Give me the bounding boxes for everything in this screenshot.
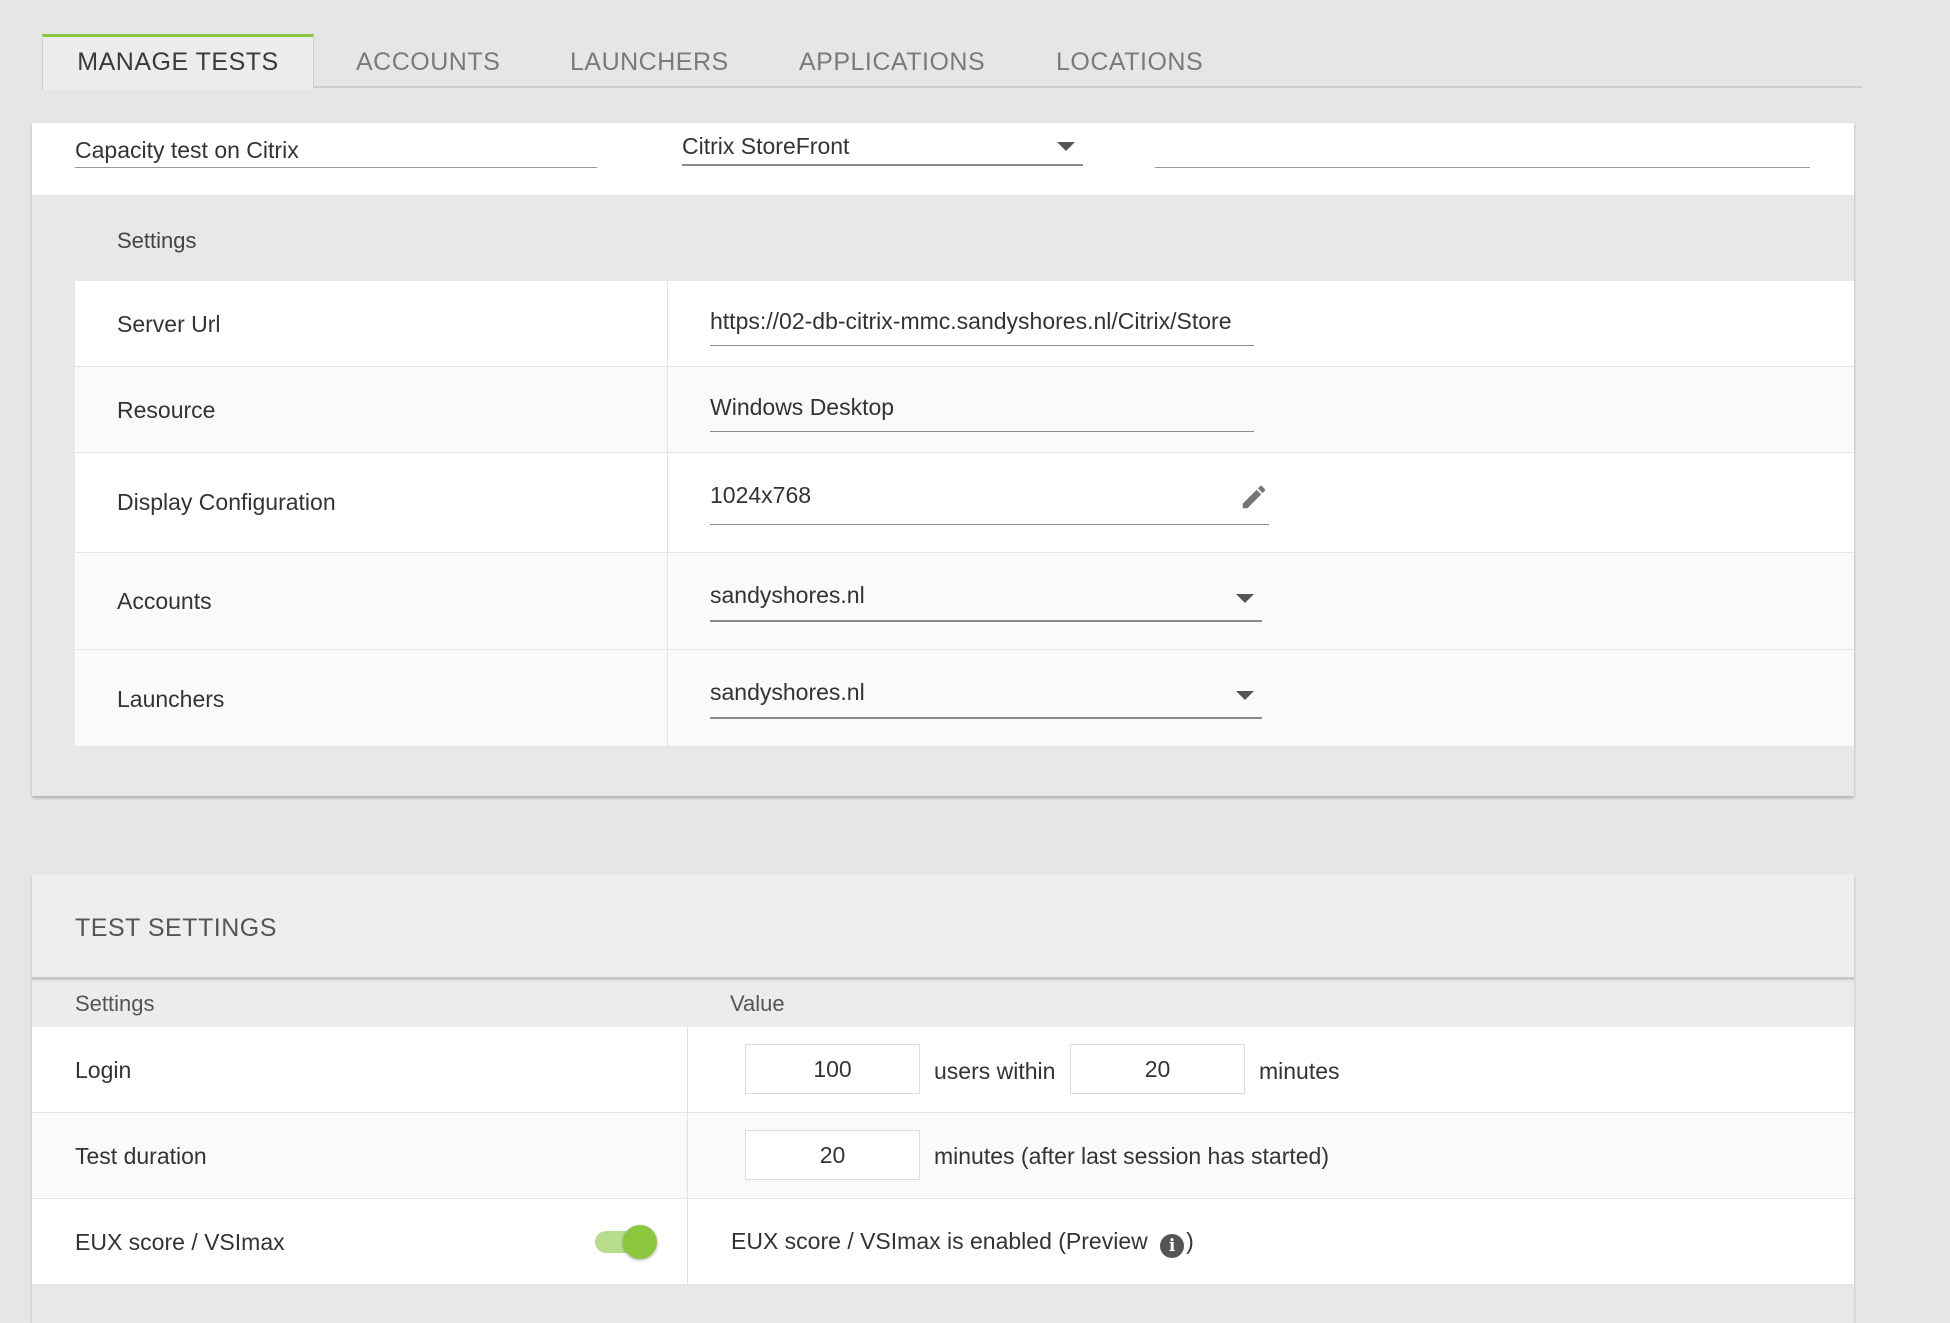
tab-manage-tests[interactable]: MANAGE TESTS	[42, 34, 314, 90]
settings-row-display-configuration: Display Configuration 1024x768	[75, 453, 1854, 553]
resource-label: Resource	[117, 397, 216, 423]
accounts-label: Accounts	[117, 588, 212, 614]
connection-card: Capacity test on Citrix Citrix StoreFron…	[32, 123, 1854, 796]
launchers-select[interactable]: sandyshores.nl	[710, 679, 1262, 719]
eux-label: EUX score / VSImax	[75, 1229, 285, 1255]
test-settings-row-eux: EUX score / VSImax EUX score / VSImax is…	[32, 1199, 1854, 1285]
row-divider	[687, 1199, 688, 1284]
test-settings-title: TEST SETTINGS	[75, 914, 277, 942]
test-settings-row-duration: Test duration 20 minutes (after last ses…	[32, 1113, 1854, 1199]
toggle-knob	[623, 1225, 657, 1259]
settings-heading: Settings	[117, 228, 197, 253]
column-header-value: Value	[730, 991, 785, 1016]
pencil-icon[interactable]	[1239, 482, 1269, 512]
minutes-text: minutes	[1259, 1058, 1340, 1084]
row-divider	[667, 367, 668, 452]
chevron-down-icon	[1236, 594, 1254, 603]
settings-row-launchers: Launchers sandyshores.nl	[75, 650, 1854, 747]
connector-extra-input[interactable]	[1155, 131, 1810, 168]
tab-bar: MANAGE TESTS ACCOUNTS LAUNCHERS APPLICAT…	[42, 34, 1862, 90]
eux-status-main: EUX score / VSImax is enabled (Preview	[731, 1228, 1148, 1254]
server-url-input[interactable]: https://02-db-citrix-mmc.sandyshores.nl/…	[710, 308, 1254, 346]
row-divider	[667, 453, 668, 552]
display-configuration-value: 1024x768	[710, 482, 812, 508]
connector-value: Citrix StoreFront	[682, 133, 850, 159]
test-name-input[interactable]: Capacity test on Citrix	[75, 131, 597, 168]
test-settings-header: TEST SETTINGS	[32, 874, 1854, 980]
connection-row: Capacity test on Citrix Citrix StoreFron…	[32, 123, 1854, 195]
login-minutes-input[interactable]: 20	[1070, 1044, 1245, 1094]
test-name-value: Capacity test on Citrix	[75, 137, 299, 163]
users-within-text: users within	[934, 1058, 1056, 1084]
accounts-value: sandyshores.nl	[710, 582, 865, 608]
row-divider	[687, 1113, 688, 1198]
connector-select[interactable]: Citrix StoreFront	[682, 129, 1083, 166]
info-icon[interactable]: i	[1160, 1234, 1185, 1258]
display-configuration-input[interactable]: 1024x768	[710, 482, 1269, 525]
eux-toggle[interactable]	[595, 1223, 657, 1261]
eux-status-text: EUX score / VSImax is enabled (Preview i…	[731, 1228, 1194, 1258]
row-divider	[667, 281, 668, 366]
test-settings-table-header: Settings Value	[32, 983, 1854, 1027]
row-divider	[667, 553, 668, 649]
server-url-label: Server Url	[117, 311, 221, 337]
settings-row-server-url: Server Url https://02-db-citrix-mmc.sand…	[75, 281, 1854, 367]
chevron-down-icon	[1236, 691, 1254, 700]
row-divider	[687, 1027, 688, 1112]
login-users-input[interactable]: 100	[745, 1044, 920, 1094]
launchers-value: sandyshores.nl	[710, 679, 865, 705]
test-settings-card: TEST SETTINGS Settings Value Login 100 u…	[32, 874, 1854, 1323]
tab-accounts[interactable]: ACCOUNTS	[356, 34, 500, 88]
row-divider	[667, 650, 668, 746]
server-url-value: https://02-db-citrix-mmc.sandyshores.nl/…	[710, 308, 1232, 334]
launchers-label: Launchers	[117, 686, 225, 712]
resource-input[interactable]: Windows Desktop	[710, 394, 1254, 432]
test-settings-row-login: Login 100 users within 20 minutes	[32, 1027, 1854, 1113]
settings-row-accounts: Accounts sandyshores.nl	[75, 553, 1854, 650]
test-duration-text: minutes (after last session has started)	[934, 1143, 1329, 1169]
tab-locations[interactable]: LOCATIONS	[1056, 34, 1203, 88]
display-configuration-label: Display Configuration	[117, 489, 336, 515]
eux-status-close: )	[1186, 1228, 1194, 1254]
tab-launchers[interactable]: LAUNCHERS	[570, 34, 729, 88]
connector-settings-table: Server Url https://02-db-citrix-mmc.sand…	[75, 281, 1854, 747]
resource-value: Windows Desktop	[710, 394, 895, 420]
tab-applications[interactable]: APPLICATIONS	[799, 34, 985, 88]
accounts-select[interactable]: sandyshores.nl	[710, 582, 1262, 622]
test-duration-label: Test duration	[75, 1143, 207, 1169]
chevron-down-icon	[1057, 142, 1075, 151]
settings-row-resource: Resource Windows Desktop	[75, 367, 1854, 453]
login-label: Login	[75, 1057, 132, 1083]
column-header-settings: Settings	[75, 991, 155, 1016]
test-duration-input[interactable]: 20	[745, 1130, 920, 1180]
